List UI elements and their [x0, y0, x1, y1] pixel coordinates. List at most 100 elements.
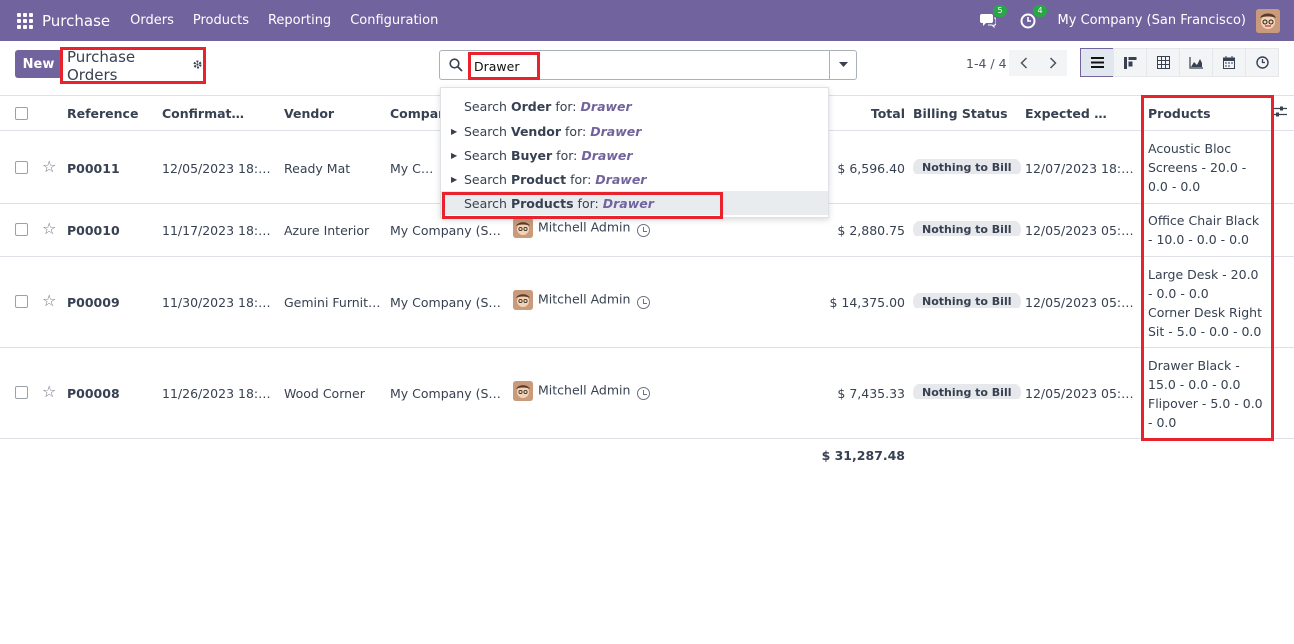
calendar-view-icon[interactable] — [1212, 48, 1246, 77]
confirmation-date: 12/05/2023 18:27… — [162, 161, 277, 176]
star-icon[interactable]: ☆ — [42, 157, 56, 176]
expand-caret-icon[interactable]: ▶ — [451, 151, 457, 160]
option-suffix: for: — [570, 171, 592, 187]
apps-grid-icon[interactable] — [17, 12, 33, 29]
option-suffix: for: — [555, 98, 577, 114]
list-view-icon[interactable] — [1080, 48, 1114, 77]
buyer: Mitchell Admin — [513, 218, 630, 238]
option-suffix: for: — [556, 147, 578, 163]
option-prefix: Search — [464, 98, 507, 114]
main-menu: Orders Products Reporting Configuration — [130, 13, 438, 28]
search-input[interactable] — [474, 58, 534, 74]
company: My Company (San… — [390, 295, 506, 310]
menu-configuration[interactable]: Configuration — [350, 13, 438, 28]
header-reference[interactable]: Reference — [67, 106, 138, 121]
option-value: Drawer — [580, 98, 632, 114]
billing-status-badge: Nothing to Bill — [913, 221, 1021, 236]
expand-caret-icon[interactable]: ▶ — [451, 127, 457, 136]
option-field: Order — [510, 98, 552, 114]
menu-orders[interactable]: Orders — [130, 13, 174, 28]
option-value: Drawer — [590, 123, 642, 139]
title-highlight: Purchase Orders — [60, 47, 206, 84]
gear-icon[interactable] — [192, 59, 203, 73]
billing-status-badge: Nothing to Bill — [913, 293, 1021, 308]
order-reference: P00009 — [67, 295, 120, 310]
star-icon[interactable]: ☆ — [42, 219, 56, 238]
pager-next-button[interactable] — [1038, 50, 1067, 76]
search-options-toggle[interactable] — [829, 51, 856, 79]
search-option-vendor[interactable]: ▶ Search Vendor for: Drawer — [441, 119, 828, 143]
kanban-view-icon[interactable] — [1113, 48, 1147, 77]
option-value: Drawer — [581, 147, 633, 163]
pivot-view-icon[interactable] — [1146, 48, 1180, 77]
header-vendor[interactable]: Vendor — [284, 106, 334, 121]
search-option-highlight — [442, 192, 723, 219]
expected-arrival: 12/07/2023 18:27… — [1025, 161, 1140, 176]
activity-clock-icon[interactable] — [637, 224, 650, 237]
search-option-buyer[interactable]: ▶ Search Buyer for: Drawer — [441, 143, 828, 167]
top-navbar: Purchase Orders Products Reporting Confi… — [0, 0, 1294, 41]
buyer-name: Mitchell Admin — [538, 382, 631, 398]
header-expected-arrival[interactable]: Expected Ar… — [1025, 106, 1113, 121]
option-suffix: for: — [565, 123, 587, 139]
select-all-checkbox[interactable] — [15, 107, 28, 120]
table-row[interactable]: ☆ P00008 11/26/2023 18:27… Wood Corner M… — [0, 348, 1294, 439]
vendor: Gemini Furniture — [284, 295, 384, 310]
search-option-order[interactable]: Search Order for: Drawer — [441, 94, 828, 118]
menu-reporting[interactable]: Reporting — [268, 13, 331, 28]
confirmation-date: 11/30/2023 18:27… — [162, 295, 277, 310]
pager-value[interactable]: 1-4 / 4 — [966, 56, 1007, 71]
activities-badge: 4 — [1033, 4, 1047, 17]
menu-products[interactable]: Products — [193, 13, 249, 28]
vendor: Wood Corner — [284, 386, 365, 401]
messages-icon[interactable]: 5 — [978, 4, 1007, 31]
view-switcher — [1080, 48, 1279, 77]
graph-view-icon[interactable] — [1179, 48, 1213, 77]
buyer-name: Mitchell Admin — [538, 291, 631, 307]
company: My Company (San… — [390, 386, 506, 401]
row-checkbox[interactable] — [15, 295, 28, 308]
option-prefix: Search — [464, 171, 507, 187]
buyer-avatar — [513, 290, 533, 310]
option-field: Product — [510, 171, 567, 187]
confirmation-date: 11/17/2023 18:27… — [162, 223, 277, 238]
app-name[interactable]: Purchase — [42, 12, 110, 30]
activity-view-icon[interactable] — [1245, 48, 1279, 77]
header-billing-status[interactable]: Billing Status — [913, 106, 1008, 121]
search-option-product[interactable]: ▶ Search Product for: Drawer — [441, 167, 828, 191]
order-reference: P00008 — [67, 386, 120, 401]
header-confirmation[interactable]: Confirmatio… — [162, 106, 247, 121]
buyer-avatar — [513, 381, 533, 401]
expand-caret-icon[interactable]: ▶ — [451, 175, 457, 184]
order-reference: P00010 — [67, 223, 120, 238]
buyer-avatar — [513, 218, 533, 238]
pager-previous-button[interactable] — [1009, 50, 1038, 76]
row-checkbox[interactable] — [15, 386, 28, 399]
page-title: Purchase Orders — [67, 47, 136, 84]
buyer: Mitchell Admin — [513, 290, 630, 310]
confirmation-date: 11/26/2023 18:27… — [162, 386, 277, 401]
company: My Compa — [390, 161, 440, 176]
optional-columns-icon[interactable] — [1273, 105, 1287, 121]
option-field: Vendor — [510, 123, 562, 139]
row-checkbox[interactable] — [15, 223, 28, 236]
company: My Company (San… — [390, 223, 506, 238]
grand-total: $ 31,287.48 — [821, 448, 905, 463]
activity-clock-icon[interactable] — [637, 387, 650, 400]
order-total: $ 2,880.75 — [837, 223, 905, 238]
table-row[interactable]: ☆ P00009 11/30/2023 18:27… Gemini Furnit… — [0, 257, 1294, 348]
option-prefix: Search — [464, 123, 507, 139]
user-avatar[interactable] — [1256, 8, 1280, 33]
new-button[interactable]: New — [15, 50, 62, 78]
search-bar — [439, 50, 857, 80]
company-switcher[interactable]: My Company (San Francisco) — [1058, 13, 1246, 28]
messages-badge: 5 — [993, 4, 1007, 17]
order-reference: P00011 — [67, 161, 120, 176]
activities-clock-icon[interactable]: 4 — [1018, 4, 1047, 31]
activity-clock-icon[interactable] — [637, 296, 650, 309]
expected-arrival: 12/05/2023 05:30… — [1025, 223, 1140, 238]
star-icon[interactable]: ☆ — [42, 382, 56, 401]
row-checkbox[interactable] — [15, 161, 28, 174]
star-icon[interactable]: ☆ — [42, 291, 56, 310]
products-column-highlight — [1141, 95, 1274, 441]
